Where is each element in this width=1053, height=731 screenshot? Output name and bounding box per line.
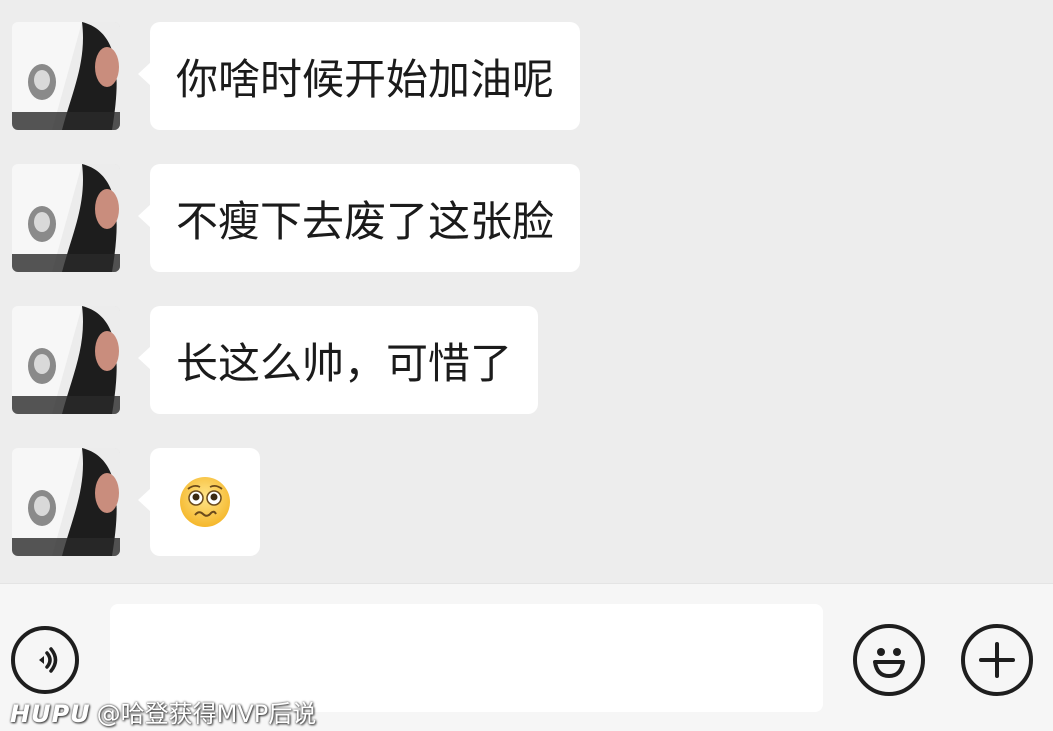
message-text: 长这么帅，可惜了 [176, 338, 513, 388]
pleading-face-emoji [180, 477, 230, 527]
message-bubble[interactable]: 不瘦下去废了这张脸 [137, 164, 581, 272]
voice-icon [39, 647, 58, 673]
avatar-photo [12, 448, 120, 556]
message-bubble[interactable] [138, 448, 260, 556]
chat-area: 你啥时候开始加油呢 不瘦下去废了这张脸 长这么帅，可惜了 [0, 0, 1053, 583]
avatar-photo [12, 164, 120, 272]
avatar[interactable] [12, 164, 120, 272]
plus-icon [979, 642, 1015, 678]
avatar-photo [12, 22, 120, 130]
watermark-brand: HUPU [10, 700, 91, 728]
avatar[interactable] [12, 22, 120, 130]
voice-button[interactable] [11, 626, 79, 694]
avatar-photo [12, 306, 120, 414]
watermark: HUPU @哈登获得MVP后说 [10, 694, 316, 729]
message-text: 你啥时候开始加油呢 [176, 54, 555, 104]
emoji-button[interactable] [853, 624, 925, 696]
avatar[interactable] [12, 448, 120, 556]
message-bubble[interactable]: 长这么帅，可惜了 [137, 306, 539, 414]
more-button[interactable] [961, 624, 1033, 696]
message-text: 不瘦下去废了这张脸 [176, 196, 555, 246]
message-bubble[interactable]: 你啥时候开始加油呢 [137, 22, 581, 130]
watermark-text: @哈登获得MVP后说 [96, 700, 317, 728]
smiley-face-icon [873, 648, 905, 678]
avatar[interactable] [12, 306, 120, 414]
